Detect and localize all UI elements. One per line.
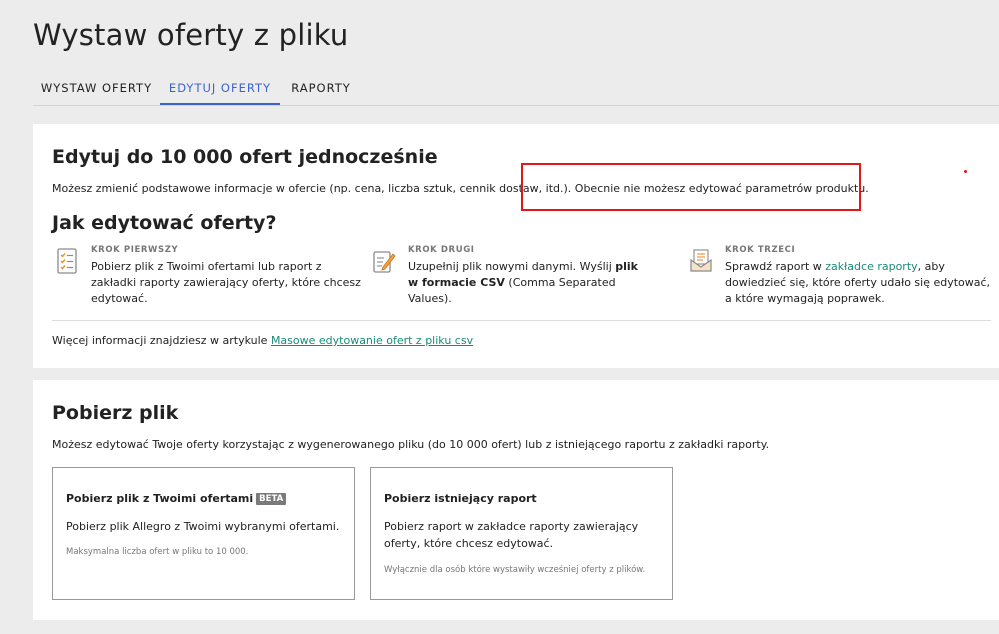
step-second-text-before: Uzupełnij plik nowymi danymi. Wyślij — [408, 260, 616, 273]
how-to-edit-heading: Jak edytować oferty? — [52, 212, 277, 234]
edit-section-card: Edytuj do 10 000 ofert jednocześnie Może… — [33, 124, 999, 368]
download-offers-file-option[interactable]: Pobierz plik z Twoimi ofertami BETA Pobie… — [52, 467, 355, 600]
step-first-label: KROK PIERWSZY — [91, 245, 179, 255]
more-info-line: Więcej informacji znajdziesz w artykule … — [52, 334, 473, 347]
download-description: Możesz edytować Twoje oferty korzystając… — [52, 438, 770, 451]
section-divider — [52, 320, 991, 321]
annotation-highlight-box — [521, 163, 861, 211]
step-second-text: Uzupełnij plik nowymi danymi. Wyślij pli… — [408, 259, 648, 307]
step-third-text-before: Sprawdź raport w — [725, 260, 826, 273]
checklist-icon — [55, 248, 79, 274]
option-description: Pobierz plik Allegro z Twoimi wybranymi … — [66, 520, 340, 533]
option-note: Maksymalna liczba ofert w pliku to 10 00… — [66, 547, 249, 557]
tab-bar: WYSTAW OFERTY EDYTUJ OFERTY RAPORTY — [33, 70, 999, 106]
more-info-text: Więcej informacji znajdziesz w artykule — [52, 334, 271, 347]
page-title: Wystaw oferty z pliku — [33, 18, 349, 52]
option-title: Pobierz istniejący raport — [384, 492, 537, 505]
edit-document-icon — [372, 248, 396, 274]
step-first-text: Pobierz plik z Twoimi ofertami lub rapor… — [91, 260, 361, 305]
option-title: Pobierz plik z Twoimi ofertami BETA — [66, 492, 287, 505]
annotation-dot — [964, 170, 967, 173]
download-section-card: Pobierz plik Możesz edytować Twoje ofert… — [33, 380, 999, 620]
tab-raporty[interactable]: RAPORTY — [280, 70, 362, 103]
more-info-article-link[interactable]: Masowe edytowanie ofert z pliku csv — [271, 334, 473, 347]
beta-badge: BETA — [256, 493, 287, 505]
tab-wystaw-oferty[interactable]: WYSTAW OFERTY — [33, 70, 160, 103]
edit-heading: Edytuj do 10 000 ofert jednocześnie — [52, 146, 438, 168]
download-existing-report-option[interactable]: Pobierz istniejący raport Pobierz raport… — [370, 467, 673, 600]
step-third-label: KROK TRZECI — [725, 245, 796, 255]
option-description: Pobierz raport w zakładce raporty zawier… — [384, 520, 639, 550]
step-second-label: KROK DRUGI — [408, 245, 475, 255]
tab-edytuj-oferty[interactable]: EDYTUJ OFERTY — [160, 70, 280, 105]
option-title-text: Pobierz plik z Twoimi ofertami — [66, 492, 254, 505]
reports-tab-link[interactable]: zakładce raporty — [825, 260, 917, 273]
report-envelope-icon — [689, 248, 713, 274]
download-heading: Pobierz plik — [52, 402, 179, 424]
step-third-text: Sprawdź raport w zakładce raporty, aby d… — [725, 259, 999, 307]
option-note: Wyłącznie dla osób które wystawiły wcześ… — [384, 565, 646, 575]
